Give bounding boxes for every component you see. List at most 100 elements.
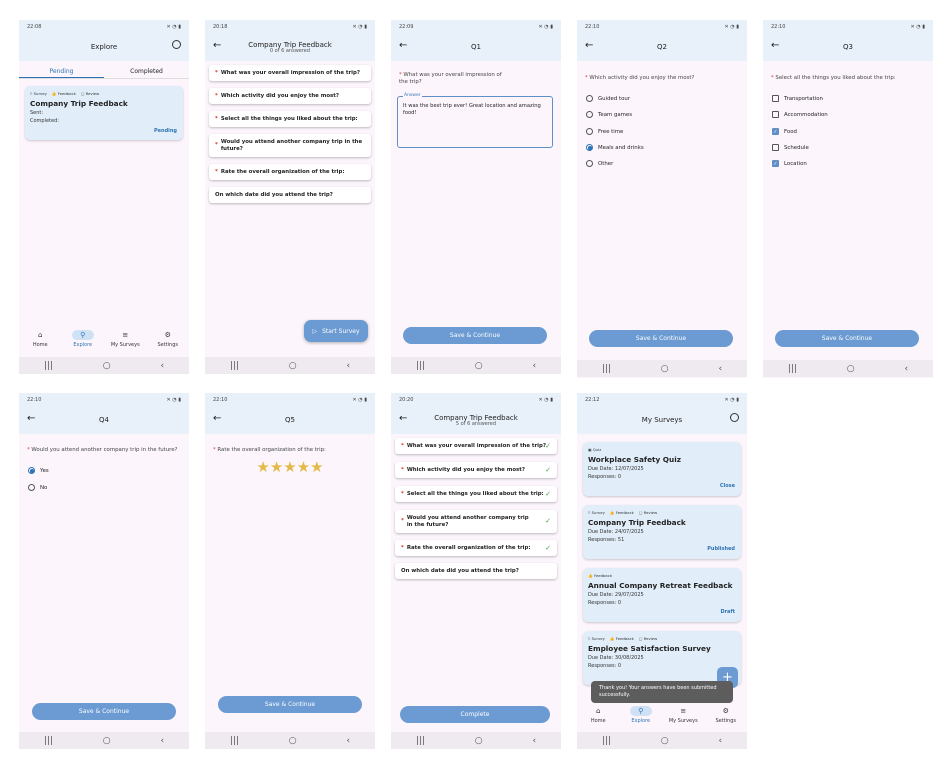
answer-field[interactable]: Answer It was the best trip ever! Great …	[397, 93, 553, 148]
back-arrow-icon[interactable]: ←	[399, 413, 407, 424]
recents-icon[interactable]: |||	[44, 736, 53, 746]
save-continue-button[interactable]: Save & Continue	[589, 330, 733, 347]
checkbox-option[interactable]: Accommodation	[772, 111, 828, 118]
back-chevron-icon[interactable]: ‹	[160, 736, 164, 746]
radio-option[interactable]: Team games	[586, 111, 632, 118]
question-row[interactable]: * Which activity did you enjoy the most? ✓	[395, 462, 557, 478]
question-row[interactable]: * What was your overall impression of the…	[209, 65, 371, 81]
checkbox-option[interactable]: Schedule	[772, 144, 809, 151]
option-label: Other	[598, 160, 614, 167]
recents-icon[interactable]: |||	[416, 736, 425, 746]
complete-button[interactable]: Complete	[400, 706, 550, 723]
nav-home[interactable]: ⌂ Home	[581, 706, 615, 724]
question-row[interactable]: On which date did you attend the trip?	[395, 563, 557, 579]
app-bar: ← Q2	[577, 34, 747, 61]
home-circle-icon[interactable]: ○	[289, 361, 297, 371]
back-arrow-icon[interactable]: ←	[213, 413, 221, 424]
tag-label: Survey	[591, 510, 605, 515]
back-arrow-icon[interactable]: ←	[399, 40, 407, 51]
star-icon[interactable]: ★	[297, 458, 310, 476]
question-label: Rate the overall organization of the tri…	[220, 168, 345, 175]
checkbox-option[interactable]: ✓ Location	[772, 160, 807, 167]
nav-home[interactable]: ⌂ Home	[23, 330, 57, 348]
question-row[interactable]: * What was your overall impression of the…	[395, 438, 557, 454]
survey-card[interactable]: ⁝⁝ Survey 👍 Feedback ▢ Review Company Trip…	[583, 505, 741, 559]
home-circle-icon[interactable]: ○	[289, 736, 297, 746]
recents-icon[interactable]: |||	[230, 361, 239, 371]
star-rating[interactable]: ★★★★★	[205, 458, 375, 476]
radio-option[interactable]: Guided tour	[586, 95, 630, 102]
back-chevron-icon[interactable]: ‹	[904, 364, 908, 374]
option-label: Transportation	[784, 95, 823, 102]
save-continue-button[interactable]: Save & Continue	[775, 330, 919, 347]
recents-icon[interactable]: |||	[416, 361, 425, 371]
account-icon[interactable]	[730, 413, 739, 422]
question-row[interactable]: * Rate the overall organization of the tr…	[209, 164, 371, 180]
save-continue-button[interactable]: Save & Continue	[218, 696, 362, 713]
home-circle-icon[interactable]: ○	[103, 736, 111, 746]
nav-label: Explore	[631, 718, 651, 724]
back-arrow-icon[interactable]: ←	[213, 40, 221, 51]
checkbox-option[interactable]: Transportation	[772, 95, 823, 102]
question-row[interactable]: * Select all the things you liked about t…	[209, 111, 371, 127]
back-arrow-icon[interactable]: ←	[27, 413, 35, 424]
survey-card[interactable]: 👍 Feedback Annual Company Retreat Feedba…	[583, 568, 741, 622]
radio-option[interactable]: Free time	[586, 128, 623, 135]
question-row[interactable]: * Would you attend another company trip i…	[395, 510, 557, 533]
star-icon[interactable]: ★	[256, 458, 269, 476]
tab-pending[interactable]: Pending	[19, 65, 104, 78]
home-circle-icon[interactable]: ○	[661, 736, 669, 746]
page-title: Company Trip Feedback 5 of 6 answered	[434, 414, 518, 428]
home-circle-icon[interactable]: ○	[475, 361, 483, 371]
back-chevron-icon[interactable]: ‹	[532, 736, 536, 746]
survey-card[interactable]: ▣ Quiz Workplace Safety Quiz Due Date: 1…	[583, 442, 741, 496]
start-survey-button[interactable]: ▷ Start Survey	[304, 320, 368, 342]
home-circle-icon[interactable]: ○	[475, 736, 483, 746]
checkbox-option[interactable]: ✓ Food	[772, 128, 797, 135]
checkbox-checked: ✓	[772, 160, 779, 167]
radio-option[interactable]: No	[28, 484, 47, 491]
recents-icon[interactable]: |||	[788, 364, 797, 374]
question-row[interactable]: * Would you attend another company trip i…	[209, 134, 371, 157]
nav-settings[interactable]: ⚙ Settings	[709, 706, 743, 724]
nav-explore[interactable]: ⚲ Explore	[624, 706, 658, 724]
home-circle-icon[interactable]: ○	[103, 361, 111, 371]
star-icon[interactable]: ★	[270, 458, 283, 476]
nav-explore[interactable]: ⚲ Explore	[66, 330, 100, 348]
star-icon[interactable]: ★	[283, 458, 296, 476]
back-chevron-icon[interactable]: ‹	[346, 736, 350, 746]
back-chevron-icon[interactable]: ‹	[718, 736, 722, 746]
nav-my-surveys[interactable]: ≡ My Surveys	[108, 330, 142, 348]
card-title: Workplace Safety Quiz	[588, 455, 681, 464]
home-circle-icon[interactable]: ○	[661, 364, 669, 374]
back-arrow-icon[interactable]: ←	[771, 40, 779, 51]
system-nav: ||| ○ ‹	[19, 357, 189, 374]
tab-completed[interactable]: Completed	[104, 65, 189, 78]
recents-icon[interactable]: |||	[602, 364, 611, 374]
back-chevron-icon[interactable]: ‹	[532, 361, 536, 371]
card-responses: Responses: 51	[588, 537, 625, 543]
recents-icon[interactable]: |||	[44, 361, 53, 371]
nav-my-surveys[interactable]: ≡ My Surveys	[666, 706, 700, 724]
back-chevron-icon[interactable]: ‹	[346, 361, 350, 371]
radio-option[interactable]: Other	[586, 160, 613, 167]
home-circle-icon[interactable]: ○	[847, 364, 855, 374]
recents-icon[interactable]: |||	[602, 736, 611, 746]
account-icon[interactable]	[172, 40, 181, 49]
radio-option[interactable]: Yes	[28, 467, 49, 474]
survey-card[interactable]: ⁝⁝ Survey 👍 Feedback ▢ Review Company Tr…	[25, 86, 183, 140]
save-continue-button[interactable]: Save & Continue	[32, 703, 176, 720]
nav-settings[interactable]: ⚙ Settings	[151, 330, 185, 348]
question-row[interactable]: * Rate the overall organization of the tr…	[395, 540, 557, 556]
star-icon[interactable]: ★	[310, 458, 323, 476]
recents-icon[interactable]: |||	[230, 736, 239, 746]
back-chevron-icon[interactable]: ‹	[160, 361, 164, 371]
q5-screen: 22:10 ✕ ◔ ▮ ← Q5 * Rate the overall organ…	[205, 393, 375, 749]
question-row[interactable]: * Select all the things you liked about t…	[395, 486, 557, 502]
save-continue-button[interactable]: Save & Continue	[403, 327, 547, 344]
radio-option[interactable]: Meals and drinks	[586, 144, 644, 151]
question-row[interactable]: * Which activity did you enjoy the most?	[209, 88, 371, 104]
back-arrow-icon[interactable]: ←	[585, 40, 593, 51]
back-chevron-icon[interactable]: ‹	[718, 364, 722, 374]
question-row[interactable]: On which date did you attend the trip?	[209, 187, 371, 203]
